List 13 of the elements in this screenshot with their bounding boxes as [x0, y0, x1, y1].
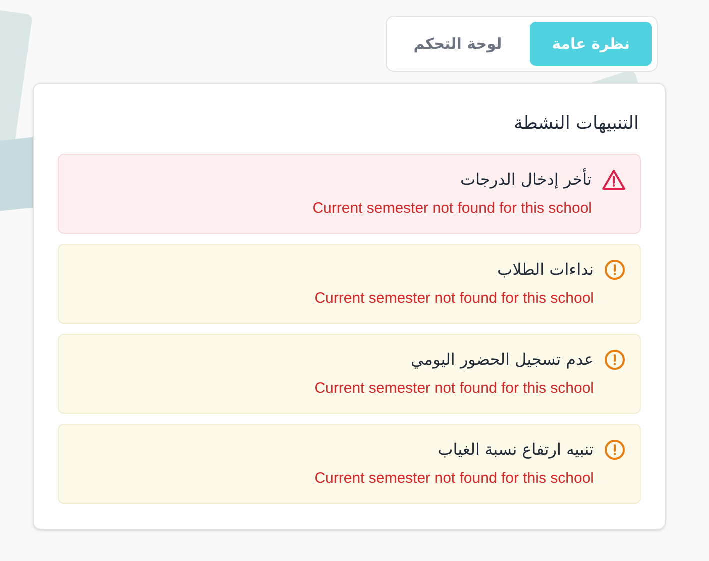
alert-message: Current semester not found for this school	[314, 379, 594, 399]
alert-title: تأخر إدخال الدرجات	[460, 168, 592, 191]
alert-message: Current semester not found for this school	[312, 199, 592, 219]
exclamation-circle-icon	[604, 349, 626, 371]
alert-title: نداءات الطلاب	[496, 259, 594, 281]
alert-title: تنبيه ارتفاع نسبة الغياب	[437, 439, 594, 461]
exclamation-circle-icon	[604, 439, 626, 461]
alert-title: عدم تسجيل الحضور اليومي	[410, 349, 594, 371]
card-title: التنبيهات النشطة	[512, 112, 640, 136]
alert-message: Current semester not found for this school	[314, 289, 594, 309]
exclamation-circle-icon	[604, 259, 626, 281]
alert-message: Current semester not found for this school	[314, 469, 594, 489]
warning-triangle-icon	[602, 169, 626, 191]
